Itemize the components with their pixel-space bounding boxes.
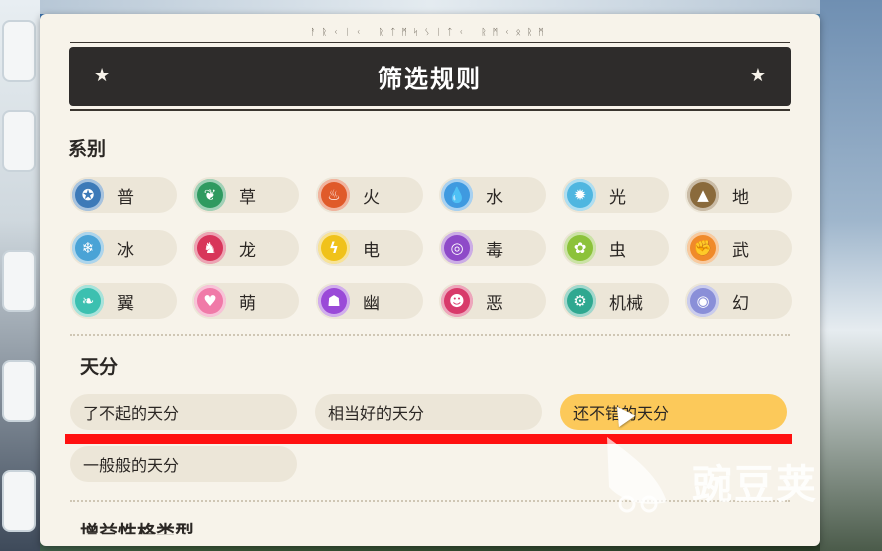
light-type-icon: ✹ [564,179,596,211]
type-chip-label: 草 [239,187,256,208]
type-chip[interactable]: ❦ 草 [192,177,299,213]
talent-section-title: 天分 [80,356,119,378]
type-chip[interactable]: ❄ 冰 [70,230,177,266]
background-card [2,250,36,312]
bug-type-icon: ✿ [564,232,596,264]
type-chip[interactable]: ϟ电 [316,230,423,266]
type-chip[interactable]: ✊ 武 [685,230,792,266]
type-chip[interactable]: ✹ 光 [562,177,669,213]
type-chip[interactable]: ◉ 幻 [685,283,792,319]
ghost-type-icon: ☗ [318,285,350,317]
type-chip[interactable]: ◎ 毒 [439,230,546,266]
dotted-divider [70,500,790,502]
type-chip[interactable]: ✪ 普 [70,177,177,213]
ice-type-icon: ❄ [72,232,104,264]
type-chip-label: 翼 [117,293,134,314]
type-chip-label: 虫 [609,240,626,261]
type-chip[interactable]: ☻ 恶 [439,283,546,319]
type-chip[interactable]: ♞ 龙 [192,230,299,266]
type-chip-label: 火 [363,187,380,208]
grass-type-icon: ❦ [194,179,226,211]
talent-chip-very-good[interactable]: 相当好的天分 [315,394,542,430]
type-chip[interactable]: ▲ 地 [685,177,792,213]
fire-type-icon: ♨ [318,179,350,211]
water-type-icon: 💧 [441,179,473,211]
fighting-type-icon: ✊ [687,232,719,264]
background-scene-left [0,0,40,551]
illusion-type-icon: ◉ [687,285,719,317]
page-title: 筛选规则 [378,65,482,93]
background-scene-top [40,0,820,14]
rune-decoration: ᚨᚱᚲᛁᚲ ᚱᛏᛗᛋᛊᛁᛏᚲ ᚱᛗᚲᛟᚱᛗ [310,28,550,38]
electric-type-icon: ϟ [318,232,350,264]
poison-type-icon: ◎ [441,232,473,264]
type-chip-label: 毒 [486,240,503,261]
talent-chip-label: 了不起的天分 [83,404,180,423]
type-chip-label: 冰 [117,240,134,261]
type-chip[interactable]: ♨ 火 [316,177,423,213]
wing-type-icon: ❧ [72,285,104,317]
background-scene-right [820,0,882,551]
type-chip[interactable]: ☗ 幽 [316,283,423,319]
type-chip-label: 普 [117,187,134,208]
mechanical-type-icon: ⚙ [564,285,596,317]
normal-type-icon: ✪ [72,179,104,211]
personality-section-title: 增益性格类型 [80,522,195,544]
background-card [2,110,36,172]
talent-chip-label: 相当好的天分 [328,404,425,423]
star-icon: ★ [94,65,111,86]
types-section-title: 系别 [68,138,107,160]
watermark-text: 豌豆荚 [692,462,818,508]
ground-type-icon: ▲ [687,179,719,211]
annotation-underline [65,434,792,444]
watermark-logo-icon [607,437,667,513]
type-chip-label: 幽 [363,293,380,314]
type-chip-label: 水 [486,187,503,208]
divider [70,42,790,43]
background-card [2,20,36,82]
type-chip[interactable]: ♥ 萌 [192,283,299,319]
cute-type-icon: ♥ [194,285,226,317]
type-chip[interactable]: ✿ 虫 [562,230,669,266]
dotted-divider [70,334,790,336]
background-card [2,470,36,532]
divider [70,109,790,111]
talent-chip-label: 一般般的天分 [83,456,180,475]
talent-chip-average[interactable]: 一般般的天分 [70,446,297,482]
talent-chip-not-bad[interactable]: 还不错的天分 [560,394,787,430]
title-bar: ★ 筛选规则 ★ [69,47,791,106]
type-chip[interactable]: ❧ 翼 [70,283,177,319]
type-chip-label: 武 [732,240,749,261]
dark-type-icon: ☻ [441,285,473,317]
talent-chip-amazing[interactable]: 了不起的天分 [70,394,297,430]
type-chip-label: 萌 [239,293,256,314]
type-chip[interactable]: 💧 水 [439,177,546,213]
type-chip-label: 电 [363,240,380,261]
type-chip-label: 光 [609,187,626,208]
background-card [2,360,36,422]
type-chip-label: 地 [732,187,749,208]
type-chip-label: 龙 [239,240,256,261]
type-chip[interactable]: ⚙ 机械 [562,283,669,319]
type-chip-label: 幻 [732,293,749,314]
dragon-type-icon: ♞ [194,232,226,264]
type-chip-label: 恶 [486,293,503,314]
star-icon: ★ [749,65,766,86]
type-chip-label: 机械 [609,293,643,314]
